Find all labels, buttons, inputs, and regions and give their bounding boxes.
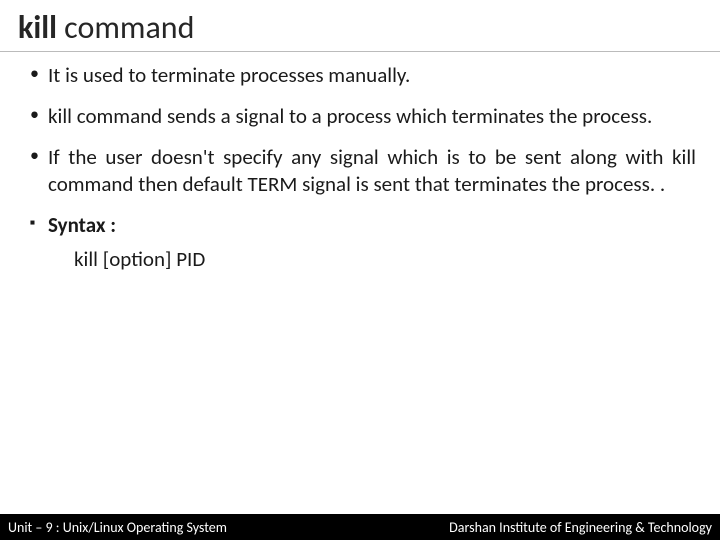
list-item: If the user doesn't specify any signal w… — [24, 144, 696, 198]
footer-left: Unit – 9 : Unix/Linux Operating System — [8, 519, 227, 536]
title-bar: kill command — [0, 0, 720, 52]
list-item: It is used to terminate processes manual… — [24, 62, 696, 89]
title-bold: kill — [18, 8, 57, 47]
slide-title: kill command — [18, 8, 702, 47]
footer-right: Darshan Institute of Engineering & Techn… — [449, 519, 712, 536]
title-rest: command — [57, 8, 194, 47]
slide: kill command It is used to terminate pro… — [0, 0, 720, 540]
content-area: It is used to terminate processes manual… — [0, 52, 720, 272]
list-item: kill command sends a signal to a process… — [24, 103, 696, 130]
list-item-syntax-label: Syntax : — [24, 212, 696, 239]
footer-bar: Unit – 9 : Unix/Linux Operating System D… — [0, 514, 720, 540]
bullet-list: It is used to terminate processes manual… — [24, 62, 696, 238]
syntax-text: kill [option] PID — [24, 246, 696, 272]
